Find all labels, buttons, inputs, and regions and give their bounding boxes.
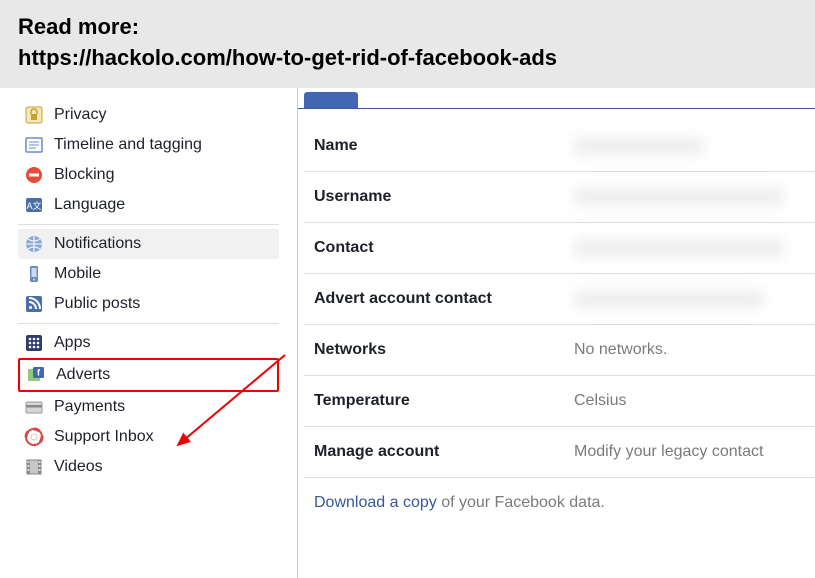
main-panel: Name Username Contact Advert account con…: [298, 88, 815, 578]
adverts-icon: f: [26, 365, 46, 385]
header-banner: Read more: https://hackolo.com/how-to-ge…: [0, 0, 815, 88]
sidebar-item-apps[interactable]: Apps: [18, 328, 279, 358]
sidebar-item-privacy[interactable]: Privacy: [18, 100, 279, 130]
row-value: [574, 188, 805, 206]
row-value: [574, 239, 805, 257]
sidebar-item-label: Adverts: [56, 366, 110, 384]
sidebar-item-timeline[interactable]: Timeline and tagging: [18, 130, 279, 160]
sidebar-item-label: Public posts: [54, 295, 140, 313]
timeline-icon: [24, 135, 44, 155]
blurred-value: [574, 188, 784, 206]
row-label: Username: [314, 188, 574, 206]
banner-text: Read more: https://hackolo.com/how-to-ge…: [18, 12, 797, 74]
support-icon: [24, 427, 44, 447]
apps-icon: [24, 333, 44, 353]
download-rest: of your Facebook data.: [437, 494, 605, 511]
videos-icon: [24, 457, 44, 477]
sidebar-item-label: Videos: [54, 458, 103, 476]
row-username[interactable]: Username: [304, 172, 815, 223]
block-icon: [24, 165, 44, 185]
row-label: Advert account contact: [314, 290, 574, 308]
blurred-value: [574, 290, 764, 308]
sidebar-item-payments[interactable]: Payments: [18, 392, 279, 422]
row-label: Contact: [314, 239, 574, 257]
blurred-value: [574, 239, 784, 257]
row-value: No networks.: [574, 341, 805, 359]
language-icon: A文: [24, 195, 44, 215]
row-value: Modify your legacy contact: [574, 443, 805, 461]
row-label: Manage account: [314, 443, 574, 461]
sidebar-item-label: Privacy: [54, 106, 106, 124]
sidebar-item-label: Payments: [54, 398, 125, 416]
row-advert-contact[interactable]: Advert account contact: [304, 274, 815, 325]
row-label: Networks: [314, 341, 574, 359]
sidebar-item-label: Timeline and tagging: [54, 136, 202, 154]
sidebar-group-apps: Apps f Adverts Payments Support Inbox: [18, 324, 279, 486]
blurred-value: [574, 137, 704, 155]
row-value: Celsius: [574, 392, 805, 410]
row-temperature[interactable]: Temperature Celsius: [304, 376, 815, 427]
row-label: Temperature: [314, 392, 574, 410]
lock-icon: [24, 105, 44, 125]
download-link[interactable]: Download a copy: [314, 494, 437, 511]
download-line: Download a copy of your Facebook data.: [304, 478, 815, 528]
sidebar-item-public-posts[interactable]: Public posts: [18, 289, 279, 319]
sidebar-item-language[interactable]: A文 Language: [18, 190, 279, 220]
row-value: [574, 290, 805, 308]
sidebar-item-label: Mobile: [54, 265, 101, 283]
sidebar-item-videos[interactable]: Videos: [18, 452, 279, 482]
sidebar: Privacy Timeline and tagging Blocking A文…: [0, 88, 298, 578]
row-value: [574, 137, 805, 155]
sidebar-item-notifications[interactable]: Notifications: [18, 229, 279, 259]
globe-icon: [24, 234, 44, 254]
svg-text:A文: A文: [26, 200, 41, 211]
sidebar-item-label: Blocking: [54, 166, 114, 184]
row-contact[interactable]: Contact: [304, 223, 815, 274]
row-networks[interactable]: Networks No networks.: [304, 325, 815, 376]
sidebar-item-blocking[interactable]: Blocking: [18, 160, 279, 190]
row-label: Name: [314, 137, 574, 155]
sidebar-item-label: Language: [54, 196, 125, 214]
sidebar-item-label: Support Inbox: [54, 428, 154, 446]
sidebar-group-notifications: Notifications Mobile Public posts: [18, 225, 279, 324]
row-name[interactable]: Name: [304, 121, 815, 172]
row-manage-account[interactable]: Manage account Modify your legacy contac…: [304, 427, 815, 478]
mobile-icon: [24, 264, 44, 284]
tab-bar: [298, 92, 815, 109]
payments-icon: [24, 397, 44, 417]
sidebar-item-adverts[interactable]: f Adverts: [18, 358, 279, 392]
sidebar-item-label: Notifications: [54, 235, 141, 253]
rss-icon: [24, 294, 44, 314]
sidebar-group-privacy: Privacy Timeline and tagging Blocking A文…: [18, 96, 279, 225]
active-tab-marker[interactable]: [304, 92, 358, 108]
sidebar-item-mobile[interactable]: Mobile: [18, 259, 279, 289]
sidebar-item-label: Apps: [54, 334, 90, 352]
sidebar-item-support[interactable]: Support Inbox: [18, 422, 279, 452]
